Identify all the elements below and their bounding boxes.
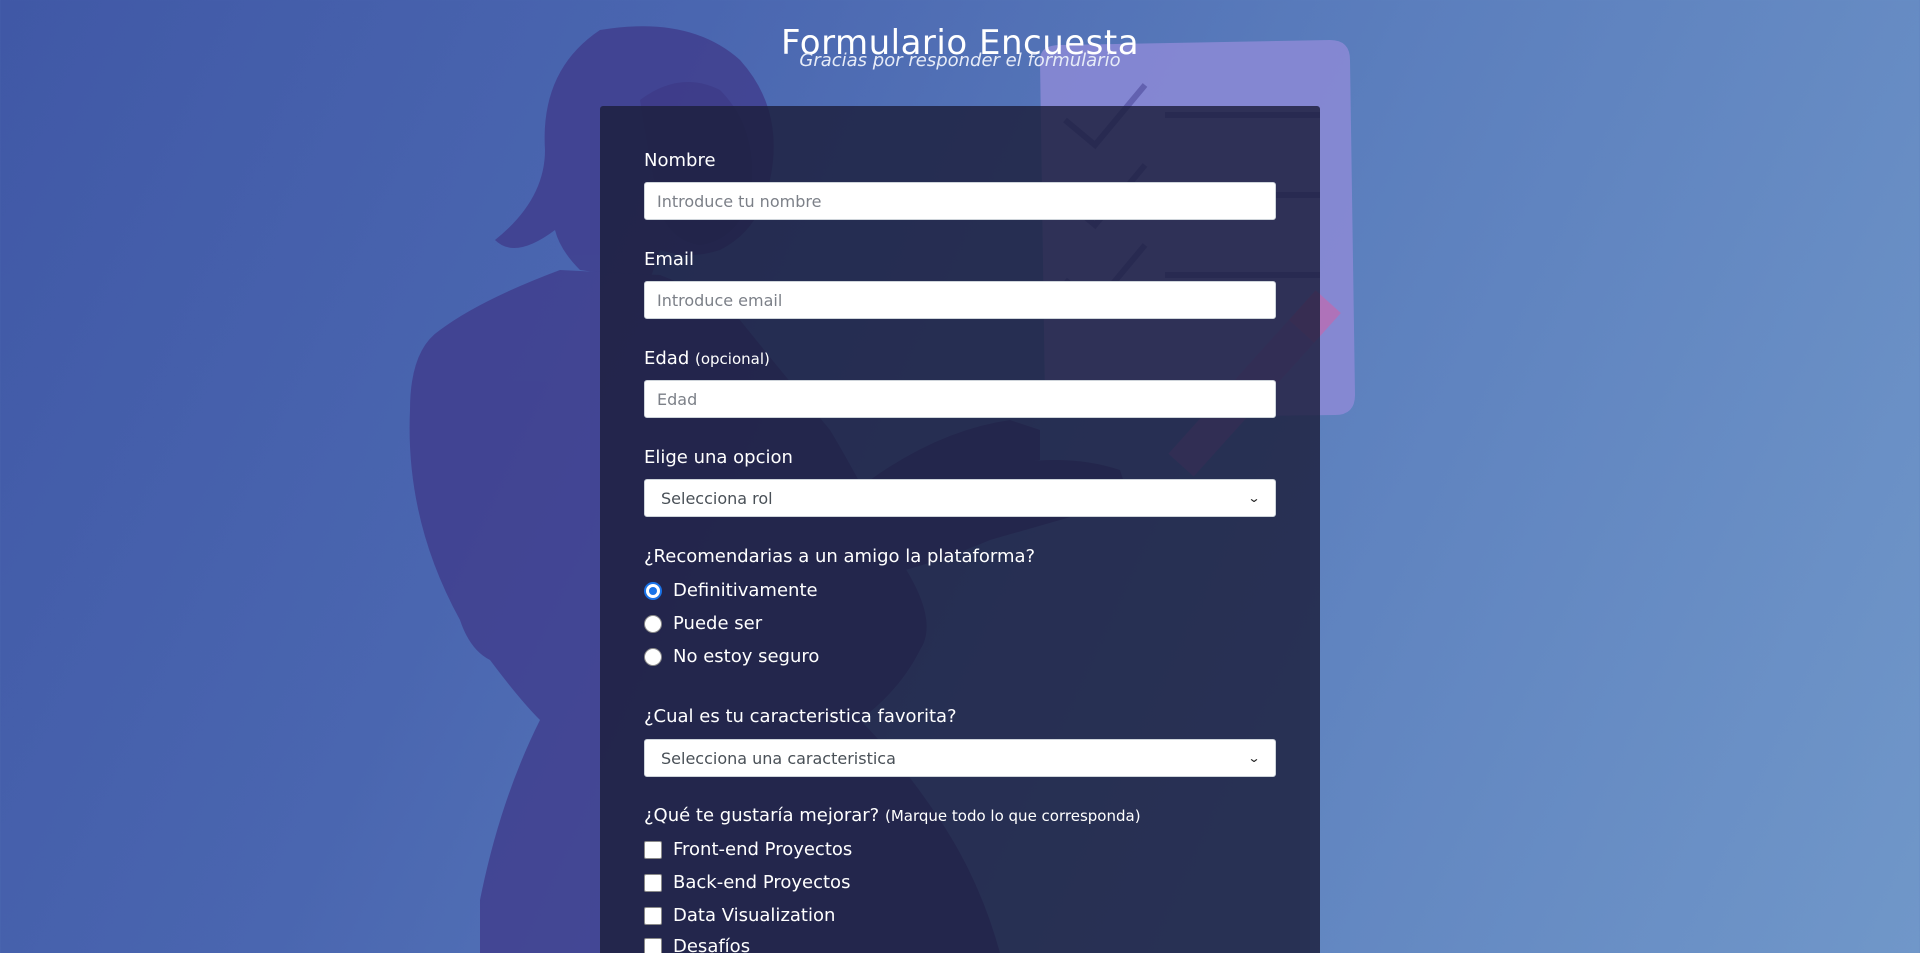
email-label: Email (644, 249, 694, 270)
name-label-text: Nombre (644, 150, 716, 171)
radio-option-label: No estoy seguro (673, 646, 820, 667)
checkbox[interactable] (644, 906, 662, 925)
improve-option-desafios[interactable]: Desafíos (644, 936, 750, 953)
improve-option-data-visualization[interactable]: Data Visualization (644, 905, 835, 926)
role-select-value: Selecciona rol (661, 488, 773, 508)
recommend-label-text: ¿Recomendarias a un amigo la plataforma? (644, 546, 1036, 567)
radio-button-checked[interactable] (644, 581, 662, 600)
improve-label: ¿Qué te gustaría mejorar? (Marque todo l… (644, 805, 1141, 826)
email-input[interactable] (644, 281, 1276, 319)
favorite-label-text: ¿Cual es tu caracteristica favorita? (644, 706, 957, 727)
checkbox-option-label: Front-end Proyectos (673, 839, 853, 860)
recommend-label: ¿Recomendarias a un amigo la plataforma? (644, 546, 1035, 567)
age-label: Edad (opcional) (644, 348, 770, 369)
radio-button[interactable] (644, 614, 662, 633)
checkbox-option-label: Data Visualization (673, 905, 836, 926)
improve-label-text: ¿Qué te gustaría mejorar? (644, 805, 880, 826)
favorite-select[interactable]: Selecciona una caracteristica ⌄ (644, 739, 1276, 777)
checkbox-option-label: Back-end Proyectos (673, 872, 851, 893)
improve-option-frontend[interactable]: Front-end Proyectos (644, 839, 852, 860)
radio-button[interactable] (644, 647, 662, 666)
chevron-down-icon: ⌄ (1247, 491, 1261, 505)
page-subtitle: Gracias por responder el formulario (799, 50, 1121, 71)
name-input[interactable] (644, 182, 1276, 220)
checkbox[interactable] (644, 873, 662, 892)
favorite-select-value: Selecciona una caracteristica (661, 748, 896, 768)
age-label-text: Edad (644, 348, 690, 369)
recommend-option-definitivamente[interactable]: Definitivamente (644, 580, 818, 601)
email-label-text: Email (644, 249, 694, 270)
favorite-label: ¿Cual es tu caracteristica favorita? (644, 706, 957, 727)
recommend-option-no-estoy-seguro[interactable]: No estoy seguro (644, 646, 819, 667)
role-select[interactable]: Selecciona rol ⌄ (644, 479, 1276, 517)
role-label: Elige una opcion (644, 447, 793, 468)
role-label-text: Elige una opcion (644, 447, 793, 468)
age-input[interactable] (644, 380, 1276, 418)
name-label: Nombre (644, 150, 716, 171)
checkbox[interactable] (644, 937, 662, 953)
checkbox[interactable] (644, 840, 662, 859)
age-optional-note: (opcional) (695, 350, 770, 368)
radio-option-label: Puede ser (673, 613, 763, 634)
checkbox-option-label: Desafíos (673, 936, 751, 953)
improve-note: (Marque todo lo que corresponda) (884, 807, 1141, 825)
chevron-down-icon: ⌄ (1247, 751, 1261, 765)
survey-form: Nombre Email Edad (opcional) Elige una o… (600, 106, 1320, 953)
improve-option-backend[interactable]: Back-end Proyectos (644, 872, 850, 893)
radio-option-label: Definitivamente (673, 580, 818, 601)
recommend-option-puede-ser[interactable]: Puede ser (644, 613, 762, 634)
